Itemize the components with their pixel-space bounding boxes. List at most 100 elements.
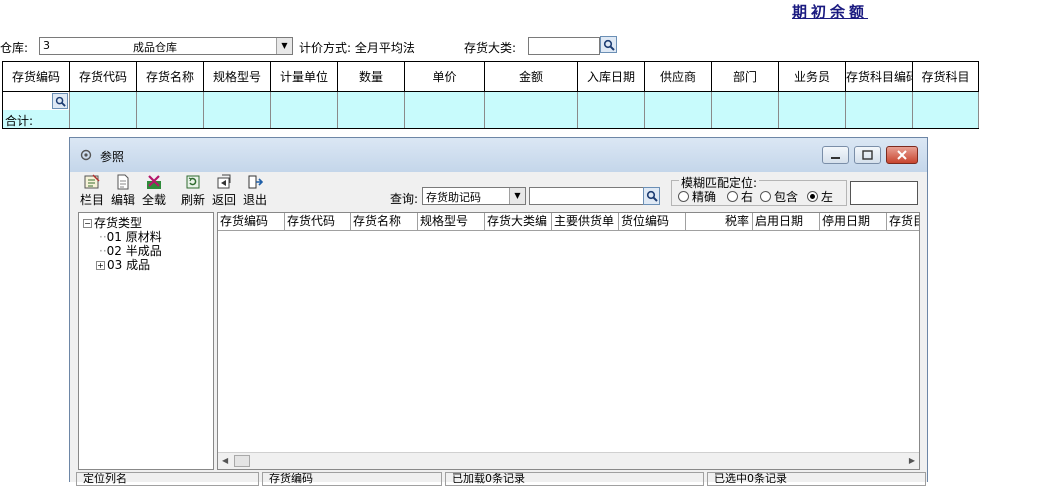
expand-icon[interactable]: + [96,261,105,270]
grid-cell[interactable] [578,92,645,110]
grid-cell[interactable] [137,92,204,110]
col-header-unit[interactable]: 计量单位 [271,62,338,92]
col-header-account[interactable]: 存货科目 [913,62,979,92]
grid-cell[interactable] [645,92,712,110]
filter-bar: 仓库: 3 成品仓库 ▼ 计价方式: 全月平均法 存货大类: [0,34,1063,58]
scrollbar-thumb[interactable] [234,455,250,467]
maximize-button[interactable] [854,146,881,164]
refresh-button[interactable]: 刷新 [178,174,208,208]
total-label: 合计: [5,114,34,128]
list-header-item-alias[interactable]: 存货代码 [285,213,351,231]
refresh-icon [186,175,200,189]
list-header-start-date[interactable]: 启用日期 [753,213,820,231]
col-header-amount[interactable]: 金额 [485,62,578,92]
collapse-icon[interactable]: − [83,219,92,228]
tree-item-finished[interactable]: +03 成品 [96,256,150,273]
chevron-down-icon[interactable]: ▼ [276,38,292,54]
radio-icon [760,191,771,202]
grid-cell[interactable] [485,92,578,110]
list-header-spec[interactable]: 规格型号 [418,213,485,231]
locate-input[interactable] [850,181,918,205]
list-header-item-name[interactable]: 存货名称 [351,213,418,231]
category-search-button[interactable] [600,36,617,53]
minimize-icon [831,157,840,159]
list-header-main-supplier[interactable]: 主要供货单 [552,213,619,231]
scroll-right-icon[interactable]: ▶ [909,456,915,465]
item-lookup-button[interactable] [52,93,68,109]
col-header-quantity[interactable]: 数量 [338,62,405,92]
close-icon [897,150,907,160]
warehouse-label: 仓库: [0,41,29,55]
radio-right[interactable]: 右 [727,188,753,205]
horizontal-scrollbar[interactable]: ◀ ▶ [218,452,919,469]
query-input[interactable] [529,187,644,205]
list-header-end-date[interactable]: 停用日期 [820,213,887,231]
maximize-icon [862,150,873,160]
radio-left[interactable]: 左 [807,188,833,205]
grid-cell[interactable] [204,92,271,110]
list-header-location-code[interactable]: 货位编码 [619,213,686,231]
col-header-item-alias[interactable]: 存货代码 [70,62,137,92]
app-icon [80,149,92,161]
list-header-inventory-account[interactable]: 存货目 [887,213,919,231]
list-header-tax-rate[interactable]: 税率 [686,213,753,231]
status-selected-count: 已选中0条记录 [707,472,926,486]
col-header-item-name[interactable]: 存货名称 [137,62,204,92]
load-all-icon [147,175,161,189]
exit-button[interactable]: 退出 [240,174,270,208]
grid-cell[interactable] [271,92,338,110]
dialog-titlebar[interactable]: 参照 [70,138,927,172]
category-label: 存货大类: [464,41,517,55]
grid-cell[interactable] [405,92,485,110]
edit-icon [117,174,129,190]
warehouse-code: 3 [43,39,50,52]
status-loaded-count: 已加载0条记录 [445,472,704,486]
query-label: 查询: [390,192,419,206]
reference-dialog: 参照 栏目 编辑 全载 刷新 返回 退出 查询: 存货助记码 ▼ 模糊匹配定位:… [69,137,928,486]
grid-cell[interactable] [779,92,846,110]
minimize-button[interactable] [822,146,849,164]
category-tree[interactable]: − 存货类型 ··01 原材料 ··02 半成品 +03 成品 [78,212,214,470]
chevron-down-icon[interactable]: ▼ [509,188,525,204]
warehouse-name: 成品仓库 [133,41,177,54]
grid-cell[interactable] [712,92,779,110]
radio-exact[interactable]: 精确 [678,188,716,205]
columns-icon [84,174,100,189]
grid-cell[interactable] [846,92,913,110]
radio-contains[interactable]: 包含 [760,188,798,205]
table-row[interactable] [3,92,979,110]
load-all-button[interactable]: 全载 [139,174,169,208]
scroll-left-icon[interactable]: ◀ [222,456,228,465]
edit-button[interactable]: 编辑 [108,174,138,208]
category-input[interactable] [528,37,600,55]
item-code-cell[interactable] [3,92,70,110]
close-button[interactable] [886,146,918,164]
search-icon [603,39,615,51]
query-field-select[interactable]: 存货助记码 ▼ [422,187,526,205]
pricing-method-label: 计价方式: 全月平均法 [299,41,415,55]
grid-cell[interactable] [338,92,405,110]
total-row: 合计: [3,110,979,128]
list-header-item-code[interactable]: 存货编码 [218,213,285,231]
radio-selected-icon [807,191,818,202]
grid-cell[interactable] [70,92,137,110]
list-header-category[interactable]: 存货大类编 [485,213,552,231]
grid-cell[interactable] [913,92,979,110]
radio-icon [678,191,689,202]
query-search-button[interactable] [643,187,660,205]
columns-button[interactable]: 栏目 [77,174,107,208]
back-button[interactable]: 返回 [209,174,239,208]
reference-list[interactable]: 存货编码 存货代码 存货名称 规格型号 存货大类编 主要供货单 货位编码 税率 … [217,212,920,470]
col-header-supplier[interactable]: 供应商 [645,62,712,92]
col-header-department[interactable]: 部门 [712,62,779,92]
col-header-salesperson[interactable]: 业务员 [779,62,846,92]
opening-balance-grid[interactable]: 存货编码 存货代码 存货名称 规格型号 计量单位 数量 单价 金额 入库日期 供… [2,61,979,129]
col-header-unit-price[interactable]: 单价 [405,62,485,92]
col-header-in-date[interactable]: 入库日期 [578,62,645,92]
col-header-item-code[interactable]: 存货编码 [3,62,70,92]
col-header-spec[interactable]: 规格型号 [204,62,271,92]
warehouse-select[interactable]: 3 成品仓库 ▼ [39,37,293,55]
col-header-account-code[interactable]: 存货科目编码 [846,62,913,92]
status-bar: 定位列名 存货编码 已加载0条记录 已选中0条记录 [76,472,926,486]
page-title: 期初余额 [792,3,869,21]
